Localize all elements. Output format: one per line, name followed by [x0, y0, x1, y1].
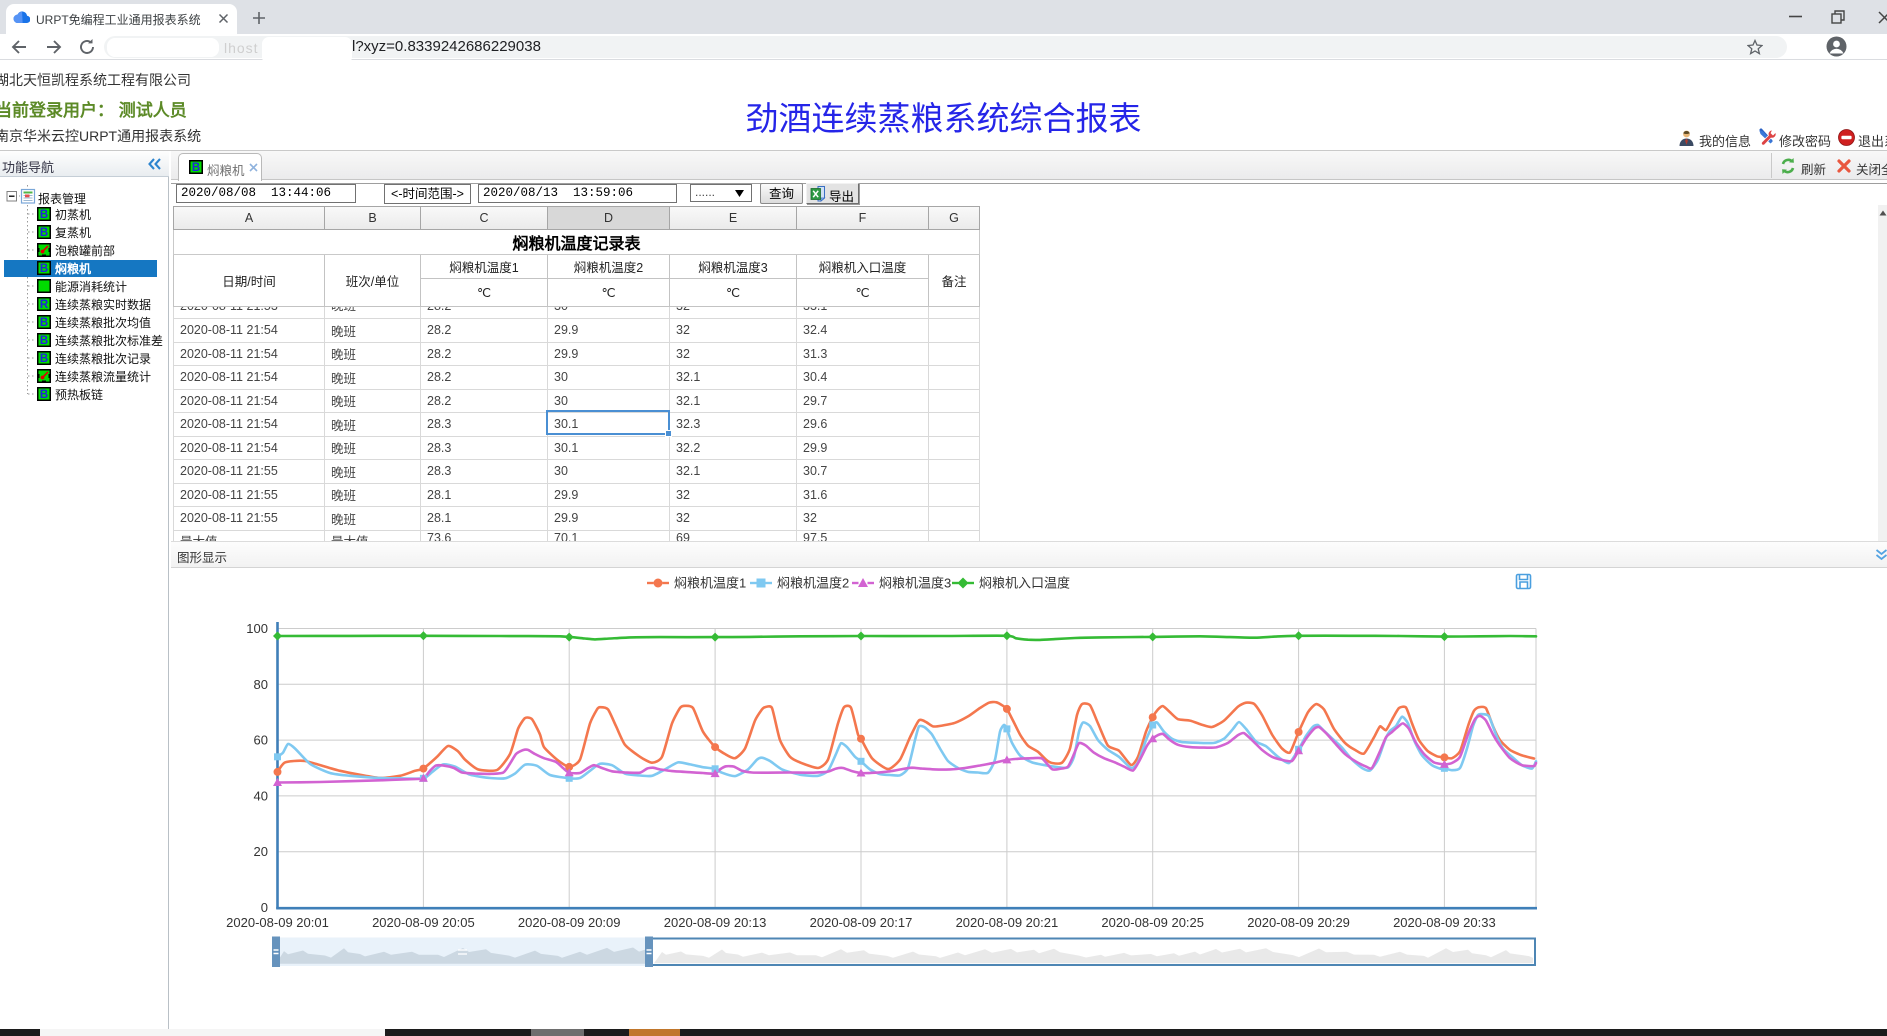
svg-text:焖粮机入口温度: 焖粮机入口温度 [979, 576, 1070, 591]
svg-text:100: 100 [246, 621, 268, 636]
svg-text:60: 60 [254, 733, 268, 748]
svg-text:0: 0 [261, 900, 268, 915]
svg-text:B: B [40, 389, 48, 401]
svg-text:2020-08-09 20:21: 2020-08-09 20:21 [956, 915, 1059, 930]
svg-text:2020-08-09 20:01: 2020-08-09 20:01 [226, 915, 329, 930]
svg-text:2020-08-09 20:09: 2020-08-09 20:09 [518, 915, 621, 930]
svg-text:焖粮机温度3: 焖粮机温度3 [879, 576, 951, 591]
svg-text:B: B [40, 317, 48, 329]
svg-text:焖粮机温度1: 焖粮机温度1 [674, 576, 746, 591]
svg-text:40: 40 [254, 788, 268, 803]
svg-text:2020-08-09 20:13: 2020-08-09 20:13 [664, 915, 767, 930]
svg-text:B: B [40, 227, 48, 239]
svg-text:焖粮机温度2: 焖粮机温度2 [777, 576, 849, 591]
svg-text:2020-08-09 20:29: 2020-08-09 20:29 [1247, 915, 1350, 930]
svg-text:B: B [40, 263, 48, 275]
svg-text:80: 80 [254, 677, 268, 692]
svg-text:2020-08-09 20:25: 2020-08-09 20:25 [1101, 915, 1204, 930]
svg-text:R: R [40, 299, 49, 311]
svg-text:2020-08-09 20:33: 2020-08-09 20:33 [1393, 915, 1496, 930]
svg-text:2020-08-09 20:17: 2020-08-09 20:17 [810, 915, 913, 930]
svg-text:B: B [40, 209, 48, 221]
svg-text:2020-08-09 20:05: 2020-08-09 20:05 [372, 915, 475, 930]
svg-text:B: B [40, 353, 48, 365]
svg-text:B: B [40, 335, 48, 347]
svg-text:B: B [192, 162, 200, 174]
svg-text:20: 20 [254, 844, 268, 859]
